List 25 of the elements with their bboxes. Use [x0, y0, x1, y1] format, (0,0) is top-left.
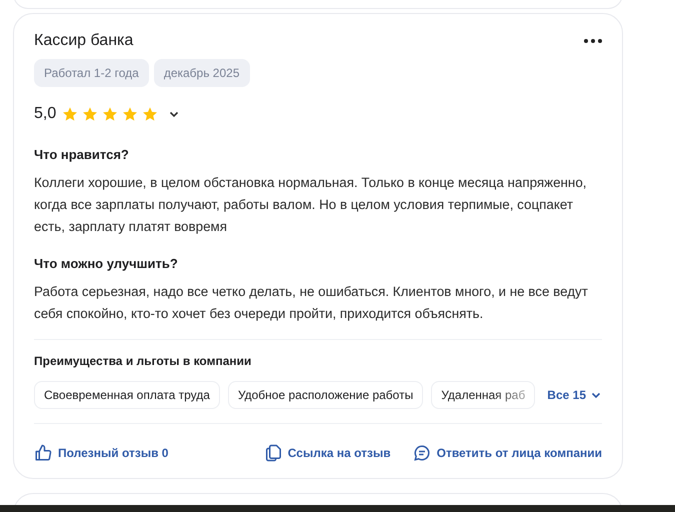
more-icon[interactable]: [584, 39, 602, 43]
benefit-tag: Удаленная раб: [431, 381, 536, 409]
star-icon: [82, 106, 98, 122]
benefits-heading: Преимущества и льготы в компании: [34, 354, 252, 368]
star-icon: [122, 106, 138, 122]
copy-link[interactable]: Ссылка на отзыв: [264, 444, 391, 462]
rating-value: 5,0: [34, 105, 56, 123]
tag: Работал 1-2 года: [34, 59, 149, 87]
show-all-button[interactable]: Все 15: [547, 388, 602, 402]
star-icon: [102, 106, 118, 122]
star-icon: [62, 106, 78, 122]
review-title: Кассир банка: [34, 32, 134, 50]
section-heading: Что нравится?: [34, 147, 130, 162]
chat-icon: [412, 444, 431, 462]
section-heading: Что можно улучшить?: [34, 256, 179, 271]
benefit-tag: Удобное расположение работы: [228, 381, 424, 409]
star-icon: [142, 106, 158, 122]
review-text: Коллеги хорошие, в целом обстановка нормальная. Только в конце месяца напряженно, когда все зарплаты получают, работы валом. Но в целом условия терпимые, соцпакет есть, зарплату платят вовремя: [34, 174, 588, 236]
benefit-tag: Своевременная оплата труда: [34, 381, 220, 409]
review-text: Работа серьезная, надо все четко делать, не ошибаться. Клиентов много, и не все ведут себя спокойно, кто-то хочет без очереди пройти, приходится объяснять.: [34, 283, 589, 323]
copy-icon: [264, 444, 282, 462]
tag: декабрь 2025: [154, 59, 250, 87]
thumbs-up-icon: [34, 444, 52, 462]
like-link[interactable]: Полезный отзыв 0: [34, 444, 168, 462]
reply-link[interactable]: Ответить от лица компании: [412, 444, 602, 462]
